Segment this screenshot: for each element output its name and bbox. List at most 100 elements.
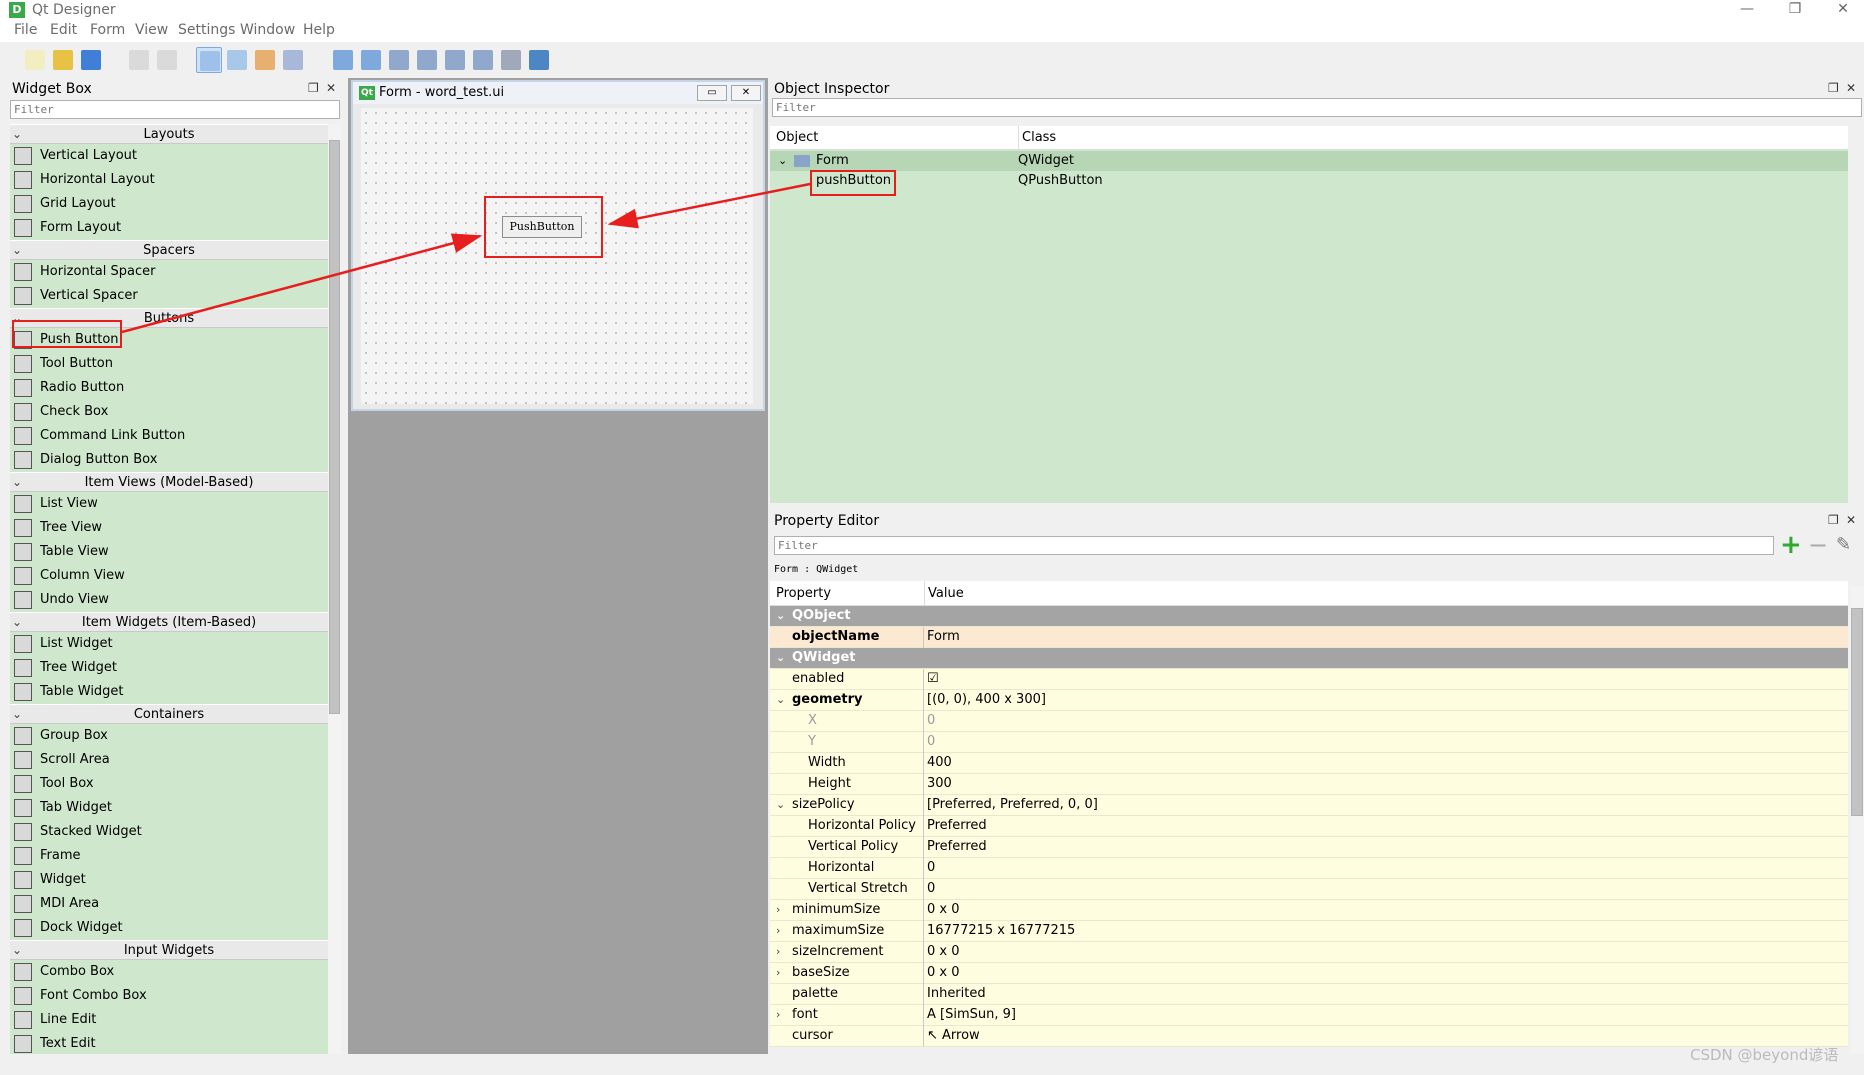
property-value[interactable]: 0 bbox=[924, 879, 1848, 900]
chevron-down-icon[interactable]: ⌄ bbox=[778, 151, 787, 171]
widget-item[interactable]: Grid Layout bbox=[10, 192, 328, 216]
widget-item[interactable]: Tool Box bbox=[10, 772, 328, 796]
close-icon[interactable]: ✕ bbox=[1846, 513, 1856, 527]
send-to-back-button[interactable] bbox=[126, 47, 152, 73]
menu-view[interactable]: View bbox=[135, 22, 168, 38]
widget-item[interactable]: Font Combo Box bbox=[10, 984, 328, 1008]
layout-vertically-button[interactable] bbox=[358, 47, 384, 73]
property-row[interactable]: ⌄ geometry [(0, 0), 400 x 300] bbox=[770, 690, 1848, 711]
widget-item[interactable]: Command Link Button bbox=[10, 424, 328, 448]
property-row[interactable]: enabled ☑ bbox=[770, 669, 1848, 690]
restore-button[interactable]: ❐ bbox=[1776, 0, 1814, 20]
bring-to-front-button[interactable] bbox=[154, 47, 180, 73]
chevron-down-icon[interactable]: ⌄ bbox=[12, 613, 22, 632]
property-value[interactable]: Preferred bbox=[924, 816, 1848, 837]
menu-settings[interactable]: Settings bbox=[178, 22, 235, 38]
float-icon[interactable]: ❐ bbox=[1828, 513, 1839, 527]
widget-box-scrollbar[interactable] bbox=[328, 124, 341, 1054]
chevron-down-icon[interactable]: ⌄ bbox=[776, 648, 785, 668]
chevron-right-icon[interactable]: › bbox=[776, 942, 780, 962]
chevron-down-icon[interactable]: ⌄ bbox=[12, 241, 22, 260]
scrollbar-thumb[interactable] bbox=[1851, 608, 1863, 816]
add-dynamic-property-icon[interactable]: + bbox=[1780, 532, 1802, 558]
property-value[interactable]: 0 bbox=[924, 711, 1848, 732]
menu-edit[interactable]: Edit bbox=[50, 22, 77, 38]
widget-item[interactable]: Stacked Widget bbox=[10, 820, 328, 844]
widget-item[interactable]: Check Box bbox=[10, 400, 328, 424]
property-row[interactable]: › sizeIncrement 0 x 0 bbox=[770, 942, 1848, 963]
property-row[interactable]: › baseSize 0 x 0 bbox=[770, 963, 1848, 984]
property-row[interactable]: X0 bbox=[770, 711, 1848, 732]
property-group-header[interactable]: ⌄ QObject bbox=[770, 606, 1848, 627]
property-value[interactable]: 0 bbox=[924, 858, 1848, 879]
layout-grid-button[interactable] bbox=[442, 47, 468, 73]
widget-item[interactable]: Tab Widget bbox=[10, 796, 328, 820]
property-editor-scrollbar[interactable] bbox=[1850, 586, 1864, 1054]
category-header[interactable]: ⌄ Input Widgets bbox=[10, 940, 328, 960]
property-value[interactable]: 0 x 0 bbox=[924, 942, 1848, 963]
property-row[interactable]: ⌄ sizePolicy [Preferred, Preferred, 0, 0] bbox=[770, 795, 1848, 816]
property-row[interactable]: › minimumSize 0 x 0 bbox=[770, 900, 1848, 921]
property-value[interactable]: ☑ bbox=[924, 669, 1848, 690]
remove-dynamic-property-icon[interactable]: − bbox=[1808, 532, 1828, 558]
layout-form-button[interactable] bbox=[470, 47, 496, 73]
chevron-down-icon[interactable]: ⌄ bbox=[776, 606, 785, 626]
property-row[interactable]: Vertical Policy Preferred bbox=[770, 837, 1848, 858]
widget-item[interactable]: Line Edit bbox=[10, 1008, 328, 1032]
property-row[interactable]: Horizontal Stretch0 bbox=[770, 858, 1848, 895]
widget-item[interactable]: Column View bbox=[10, 564, 328, 588]
property-row[interactable]: objectName Form bbox=[770, 627, 1848, 648]
edit-tab-order-button[interactable] bbox=[280, 47, 306, 73]
widget-item[interactable]: Horizontal Spacer bbox=[10, 260, 328, 284]
widget-item[interactable]: Group Box bbox=[10, 724, 328, 748]
property-value[interactable]: Form bbox=[924, 627, 1848, 648]
chevron-down-icon[interactable]: ⌄ bbox=[776, 690, 785, 710]
object-inspector-filter-input[interactable]: Filter bbox=[772, 98, 1862, 117]
property-row[interactable]: Width 400 bbox=[770, 753, 1848, 774]
property-value[interactable]: 400 bbox=[924, 753, 1848, 774]
widget-item[interactable]: Form Layout bbox=[10, 216, 328, 240]
widget-item[interactable]: Radio Button bbox=[10, 376, 328, 400]
widget-item[interactable]: Tree Widget bbox=[10, 656, 328, 680]
property-editor-filter-input[interactable]: Filter bbox=[774, 536, 1774, 555]
property-value[interactable]: Inherited bbox=[924, 984, 1848, 1005]
property-row[interactable]: › maximumSize 16777215 x 16777215 bbox=[770, 921, 1848, 942]
layout-horizontally-button[interactable] bbox=[330, 47, 356, 73]
property-row[interactable]: Horizontal Policy Preferred bbox=[770, 816, 1848, 837]
widget-item[interactable]: MDI Area bbox=[10, 892, 328, 916]
menu-form[interactable]: Form bbox=[90, 22, 125, 38]
configure-icon[interactable]: ✎ bbox=[1836, 534, 1851, 555]
property-value[interactable]: A [SimSun, 9] bbox=[924, 1005, 1848, 1026]
form-close-button[interactable]: ✕ bbox=[731, 85, 761, 101]
widget-item[interactable]: Dock Widget bbox=[10, 916, 328, 940]
tree-row-pushbutton[interactable]: pushButton QPushButton bbox=[770, 171, 1848, 191]
widget-item[interactable]: Horizontal Layout bbox=[10, 168, 328, 192]
break-layout-button[interactable] bbox=[498, 47, 524, 73]
widget-item[interactable]: Dialog Button Box bbox=[10, 448, 328, 472]
chevron-down-icon[interactable]: ⌄ bbox=[12, 125, 22, 144]
tree-row-form[interactable]: ⌄ Form QWidget bbox=[770, 151, 1848, 171]
form-minimize-button[interactable]: ▭ bbox=[697, 85, 727, 101]
chevron-down-icon[interactable]: ⌄ bbox=[12, 705, 22, 724]
close-button[interactable]: ✕ bbox=[1824, 0, 1862, 20]
close-icon[interactable]: ✕ bbox=[1846, 81, 1856, 95]
property-row[interactable]: cursor ↖ Arrow bbox=[770, 1026, 1848, 1047]
widget-item[interactable]: Frame bbox=[10, 844, 328, 868]
category-header[interactable]: ⌄ Spacers bbox=[10, 240, 328, 260]
category-header[interactable]: ⌄ Layouts bbox=[10, 124, 328, 144]
chevron-down-icon[interactable]: ⌄ bbox=[776, 795, 785, 815]
save-form-button[interactable] bbox=[78, 47, 104, 73]
chevron-down-icon[interactable]: ⌄ bbox=[12, 473, 22, 492]
chevron-right-icon[interactable]: › bbox=[776, 921, 780, 941]
edit-widgets-button[interactable] bbox=[196, 47, 222, 73]
close-icon[interactable]: ✕ bbox=[326, 81, 336, 95]
widget-item[interactable]: List View bbox=[10, 492, 328, 516]
widget-item[interactable]: Widget bbox=[10, 868, 328, 892]
property-row[interactable]: palette Inherited bbox=[770, 984, 1848, 1005]
scrollbar-thumb[interactable] bbox=[329, 140, 340, 714]
property-value[interactable]: 300 bbox=[924, 774, 1848, 795]
category-header[interactable]: ⌄ Containers bbox=[10, 704, 328, 724]
widget-item[interactable]: Text Edit bbox=[10, 1032, 328, 1054]
minimize-button[interactable]: — bbox=[1728, 0, 1766, 20]
property-row[interactable]: › font A [SimSun, 9] bbox=[770, 1005, 1848, 1026]
